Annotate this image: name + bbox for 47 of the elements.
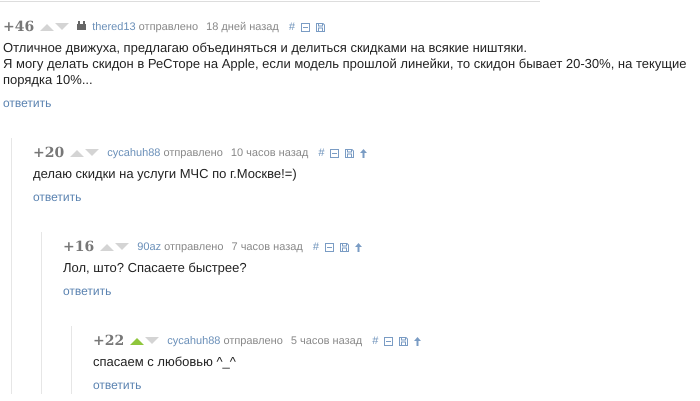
post-time: 18 дней назад: [206, 20, 279, 35]
permalink-link[interactable]: #: [288, 18, 295, 36]
reply-link[interactable]: ответить: [33, 188, 82, 206]
upvote-icon[interactable]: [70, 149, 84, 157]
downvote-icon[interactable]: [145, 337, 160, 345]
up-arrow-icon[interactable]: [360, 148, 368, 158]
upvote-icon[interactable]: [100, 243, 114, 251]
permalink-link[interactable]: #: [318, 144, 324, 162]
downvote-icon[interactable]: [115, 243, 130, 251]
post-time: 7 часов назад: [232, 240, 303, 255]
permalink-link[interactable]: #: [312, 238, 319, 256]
collapse-icon[interactable]: [384, 336, 394, 346]
downvote-icon[interactable]: [85, 149, 100, 157]
up-arrow-icon[interactable]: [414, 336, 422, 346]
post-time: 5 часов назад: [290, 334, 362, 349]
collapse-icon[interactable]: [330, 148, 340, 158]
downvote-icon[interactable]: [55, 23, 70, 31]
posted-label: отправлено: [223, 334, 283, 349]
post-time: 10 часов назад: [230, 146, 308, 161]
comment-text: спасаем с любовью ^_^: [93, 354, 237, 370]
author-link[interactable]: cycahuh88: [107, 144, 160, 162]
reply-link[interactable]: ответить: [63, 282, 112, 300]
save-icon[interactable]: [316, 22, 325, 32]
permalink-link[interactable]: #: [372, 332, 378, 350]
upvote-icon[interactable]: [40, 23, 54, 31]
posted-label: отправлено: [164, 240, 224, 255]
posted-label: отправлено: [138, 20, 198, 35]
comment-rating: +20: [33, 144, 64, 162]
comment-rating: +22: [93, 332, 124, 350]
collapse-icon[interactable]: [300, 22, 310, 32]
save-icon[interactable]: [345, 148, 354, 158]
reply-link[interactable]: ответить: [93, 376, 142, 394]
comment-rating: +46: [3, 18, 34, 36]
author-link[interactable]: 90az: [137, 238, 162, 256]
up-arrow-icon[interactable]: [354, 242, 362, 252]
posted-label: отправлено: [163, 146, 223, 161]
save-icon[interactable]: [399, 336, 408, 346]
comment-text: делаю скидки на услуги МЧС по г.Москве!=): [33, 166, 298, 182]
comment-rating: +16: [63, 238, 94, 256]
collapse-icon[interactable]: [324, 242, 334, 252]
author-link[interactable]: thered13: [92, 18, 136, 36]
comment-text: Отличное движуха, предлагаю объединяться и делиться скидками на всякие ништяки. Я могу делать скидон в РеСторе на Apple, если модель прошлой линейки, то скидон бывает 20-30%, на текущие порядка 10%...: [3, 40, 688, 88]
save-icon[interactable]: [340, 242, 349, 252]
upvote-icon[interactable]: [130, 337, 144, 345]
comment-text: Лол, што? Спасаете быстрее?: [63, 260, 248, 276]
author-link[interactable]: cycahuh88: [167, 332, 220, 350]
reply-link[interactable]: ответить: [3, 94, 52, 112]
